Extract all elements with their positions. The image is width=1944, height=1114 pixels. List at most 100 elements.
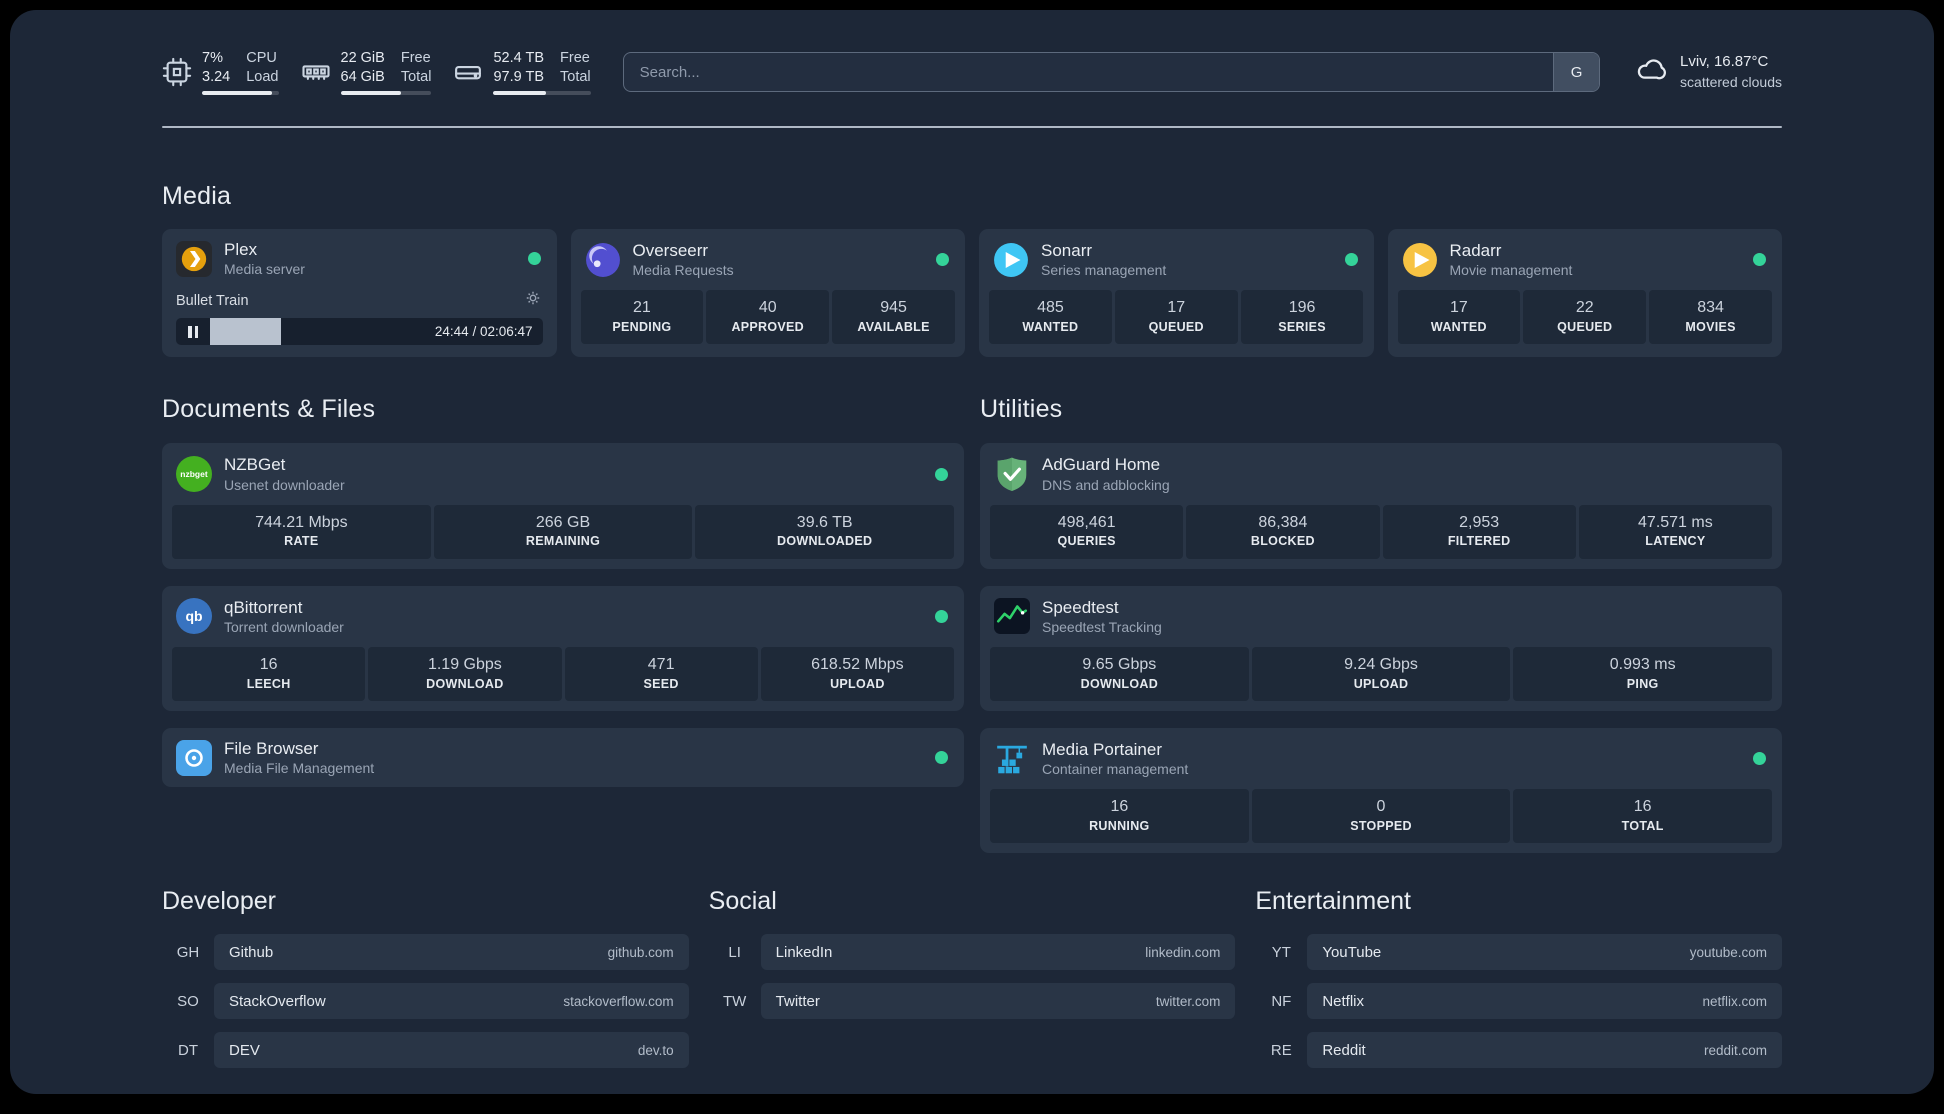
stat-value: 0.993 ms	[1609, 656, 1676, 674]
service-subtitle: Container management	[1042, 761, 1189, 778]
bookmark-name: Twitter	[775, 992, 820, 1010]
stat-value: 266 GB	[535, 513, 591, 531]
service-link-filebrowser[interactable]: File Browser Media File Management	[162, 728, 964, 787]
service-link-nzbget[interactable]: nzbget NZBGet Usenet downloader	[162, 443, 964, 504]
stat-label: LATENCY	[1645, 534, 1706, 549]
bookmark-abbr: RE	[1270, 1041, 1292, 1059]
bookmark-domain: twitter.com	[1155, 993, 1221, 1009]
stat-box: 9.65 Gbps DOWNLOAD	[990, 647, 1249, 701]
status-dot	[1344, 253, 1358, 267]
service-card-portainer: Media Portainer Container management 16 R…	[980, 728, 1782, 854]
status-dot	[935, 751, 948, 765]
disk-bar	[493, 91, 591, 95]
disk-free-label: Free	[560, 50, 590, 67]
stat-label: SEED	[643, 676, 679, 691]
service-subtitle: Series management	[1041, 262, 1167, 279]
stat-box: 40 APPROVED	[706, 290, 830, 345]
bookmark-group-title: Entertainment	[1255, 887, 1411, 916]
playback-progress-bar[interactable]: 24:44 / 02:06:47	[176, 318, 543, 346]
stat-box: 2,953 FILTERED	[1382, 504, 1576, 559]
service-subtitle: Media Requests	[632, 262, 734, 279]
stat-value: 471	[647, 656, 675, 674]
section-documents: Documents & Files nzbget NZBGet Usenet d…	[162, 395, 964, 853]
service-card-qbittorrent: qb qBittorrent Torrent downloader 16 LEEC…	[162, 585, 964, 711]
memory-free-value: 22 GiB	[340, 50, 385, 67]
search-provider-button[interactable]: G	[1553, 53, 1600, 91]
pause-button[interactable]	[176, 318, 210, 345]
stat-box: 196 SERIES	[1240, 290, 1364, 345]
service-link-radarr[interactable]: Radarr Movie management	[1388, 229, 1783, 290]
service-link-adguard[interactable]: AdGuard Home DNS and adblocking	[980, 443, 1782, 504]
nzbget-icon: nzbget	[176, 456, 212, 493]
service-link-qbittorrent[interactable]: qb qBittorrent Torrent downloader	[162, 586, 964, 647]
bookmark-name: LinkedIn	[775, 943, 833, 961]
stat-box: 16 TOTAL	[1513, 789, 1773, 844]
stat-box: 834 MOVIES	[1649, 290, 1772, 345]
cpu-load-value: 3.24	[202, 69, 231, 86]
gear-icon[interactable]	[525, 290, 541, 311]
bookmark-name: DEV	[229, 1041, 260, 1059]
status-dot	[1753, 752, 1766, 766]
stat-label: UPLOAD	[1353, 676, 1409, 691]
memory-widget: 22 GiB 64 GiB Free Total	[301, 49, 432, 95]
bookmark-linkedin[interactable]: LI LinkedIn linkedin.com	[709, 934, 1236, 971]
service-stats: 485 WANTED 17 QUEUED 196 SERIES	[989, 290, 1364, 345]
service-stats: 16 LEECH 1.19 Gbps DOWNLOAD 471 SEED 618.52…	[172, 647, 954, 701]
service-link-overseerr[interactable]: Overseerr Media Requests	[571, 229, 966, 290]
bookmark-abbr: YT	[1271, 943, 1291, 961]
overseerr-icon	[585, 242, 621, 278]
stat-label: TOTAL	[1621, 819, 1664, 834]
cpu-label: CPU	[246, 50, 277, 67]
memory-icon	[301, 57, 331, 87]
stat-value: 9.65 Gbps	[1082, 656, 1157, 674]
stat-label: LEECH	[246, 676, 291, 691]
bookmark-domain: dev.to	[637, 1042, 674, 1058]
service-subtitle: Torrent downloader	[224, 618, 344, 635]
memory-total-value: 64 GiB	[340, 69, 385, 86]
bookmark-group-title: Developer	[162, 887, 276, 916]
cloud-icon	[1630, 53, 1668, 90]
service-stats: 498,461 QUERIES 86,384 BLOCKED 2,953 FILTER…	[990, 504, 1772, 559]
top-bar: 7% 3.24 CPU Load 22 GiB 64 GiB Free Tota…	[162, 44, 1782, 100]
section-title-documents: Documents & Files	[162, 395, 376, 424]
bookmark-youtube[interactable]: YT YouTube youtube.com	[1255, 934, 1782, 971]
progress-fill	[210, 318, 282, 346]
bookmark-stackoverflow[interactable]: SO StackOverflow stackoverflow.com	[162, 983, 689, 1020]
stat-label: DOWNLOAD	[426, 676, 504, 691]
service-link-plex[interactable]: Plex Media server	[162, 229, 557, 288]
weather-location: Lviv, 16.87°C	[1680, 53, 1769, 71]
service-title: Overseerr	[632, 241, 709, 260]
filebrowser-icon	[176, 739, 212, 776]
status-dot	[935, 609, 948, 623]
bookmark-github[interactable]: GH Github github.com	[162, 934, 689, 971]
stat-value: 2,953	[1459, 513, 1500, 531]
stat-value: 16	[1110, 798, 1129, 816]
stat-label: WANTED	[1022, 320, 1079, 335]
stat-box: 471 SEED	[564, 647, 758, 701]
search-input[interactable]	[623, 53, 1554, 91]
service-link-sonarr[interactable]: Sonarr Series management	[979, 229, 1374, 290]
stat-value: 485	[1037, 299, 1064, 317]
service-link-speedtest[interactable]: Speedtest Speedtest Tracking	[980, 586, 1782, 647]
stat-label: QUERIES	[1057, 534, 1116, 549]
service-subtitle: Media server	[224, 261, 305, 278]
service-card-nzbget: nzbget NZBGet Usenet downloader 744.21 M…	[162, 443, 964, 569]
sonarr-icon	[993, 242, 1029, 278]
stat-label: AVAILABLE	[857, 320, 930, 335]
bookmark-reddit[interactable]: RE Reddit reddit.com	[1255, 1032, 1782, 1069]
service-link-portainer[interactable]: Media Portainer Container management	[980, 728, 1782, 789]
stat-label: BLOCKED	[1250, 534, 1315, 549]
stat-label: REMAINING	[525, 534, 601, 549]
stat-label: FILTERED	[1447, 534, 1511, 549]
status-dot	[1753, 253, 1766, 267]
bookmark-abbr: LI	[728, 943, 741, 961]
bookmark-abbr: DT	[178, 1041, 198, 1059]
bookmark-twitter[interactable]: TW Twitter twitter.com	[709, 983, 1236, 1020]
service-stats: 9.65 Gbps DOWNLOAD 9.24 Gbps UPLOAD 0.993 …	[990, 647, 1773, 701]
bookmark-dev[interactable]: DT DEV dev.to	[162, 1032, 689, 1069]
stat-box: 744.21 Mbps RATE	[172, 504, 431, 559]
stat-box: 21 PENDING	[580, 290, 704, 345]
service-stats: 21 PENDING 40 APPROVED 945 AVAILABLE	[580, 290, 956, 345]
bookmark-netflix[interactable]: NF Netflix netflix.com	[1255, 983, 1782, 1020]
service-title: AdGuard Home	[1042, 455, 1161, 475]
